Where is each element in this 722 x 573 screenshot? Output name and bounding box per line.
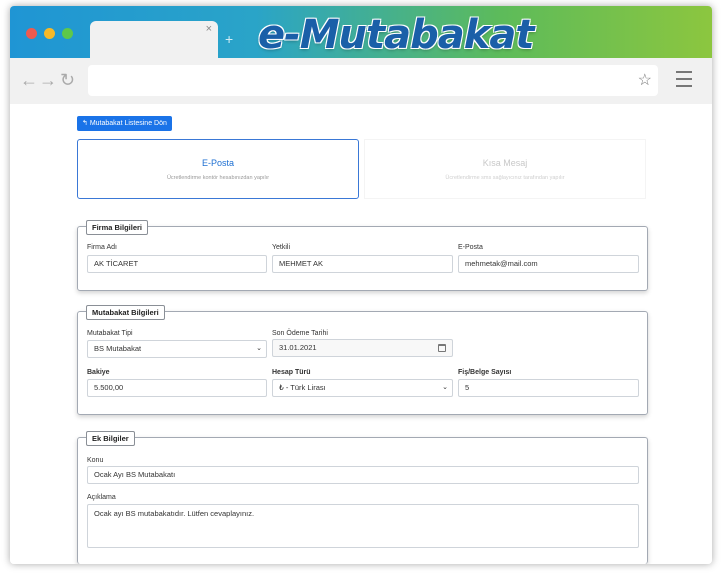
- firma-adi-input[interactable]: AK TİCARET: [87, 255, 267, 273]
- brand-logo: e-Mutabakat: [258, 12, 534, 58]
- firma-fieldset: Firma Bilgileri Firma Adı AK TİCARET Yet…: [77, 220, 648, 291]
- chevron-down-icon: ⌄: [256, 345, 262, 352]
- yetkili-input[interactable]: MEHMET AK: [272, 255, 453, 273]
- son-odeme-date-input[interactable]: 31.01.2021: [272, 339, 453, 357]
- mutabakat-tipi-label: Mutabakat Tipi: [87, 330, 133, 337]
- back-icon: ↰: [82, 120, 88, 127]
- konu-input[interactable]: Ocak Ayı BS Mutabakatı: [87, 466, 639, 484]
- reload-icon[interactable]: ↻: [60, 70, 75, 91]
- bakiye-input[interactable]: 5.500,00: [87, 379, 267, 397]
- aciklama-textarea[interactable]: Ocak ayı BS mutabakatıdır. Lütfen cevapl…: [87, 504, 639, 548]
- channel-email-subtitle: Ücretlendirme kontör hesabınızdan yapılı…: [166, 175, 270, 181]
- fis-belge-input[interactable]: 5: [458, 379, 639, 397]
- browser-window: × + e-Mutabakat ← → ↻ ☆ ↰ Mutabakat List…: [10, 6, 712, 564]
- chevron-down-icon: ⌄: [442, 384, 448, 391]
- firma-legend: Firma Bilgileri: [86, 220, 149, 235]
- channel-email-title: E-Posta: [201, 158, 234, 168]
- son-odeme-value: 31.01.2021: [279, 343, 317, 352]
- aciklama-label: Açıklama: [87, 494, 116, 501]
- title-bar: × + e-Mutabakat: [10, 6, 712, 58]
- hamburger-menu-icon[interactable]: [676, 71, 692, 92]
- mutabakat-legend: Mutabakat Bilgileri: [86, 305, 165, 320]
- hesap-turu-value: ₺ - Türk Lirası: [279, 383, 326, 392]
- mutabakat-tipi-select[interactable]: BS Mutabakat ⌄: [87, 340, 267, 358]
- address-toolbar: ← → ↻ ☆: [10, 58, 712, 104]
- forward-arrow-icon[interactable]: →: [39, 70, 57, 91]
- new-tab-icon[interactable]: +: [225, 31, 233, 47]
- close-window-button[interactable]: [26, 28, 37, 39]
- bookmark-star-icon[interactable]: ☆: [638, 70, 652, 90]
- channel-sms-subtitle: Ücretlendirme sms sağlayıcınız tarafında…: [445, 175, 565, 181]
- channel-sms-title: Kısa Mesaj: [482, 158, 528, 168]
- hesap-turu-label: Hesap Türü: [272, 369, 311, 376]
- bakiye-label: Bakiye: [87, 369, 110, 376]
- ek-fieldset: Ek Bilgiler Konu Ocak Ayı BS Mutabakatı …: [77, 431, 648, 564]
- channel-sms-card[interactable]: Kısa Mesaj Ücretlendirme sms sağlayıcını…: [364, 139, 646, 199]
- minimize-window-button[interactable]: [44, 28, 55, 39]
- son-odeme-label: Son Ödeme Tarihi: [272, 330, 328, 337]
- ek-legend: Ek Bilgiler: [86, 431, 135, 446]
- eposta-input[interactable]: mehmetak@mail.com: [458, 255, 639, 273]
- tab-close-icon[interactable]: ×: [206, 23, 212, 35]
- hesap-turu-select[interactable]: ₺ - Türk Lirası ⌄: [272, 379, 453, 397]
- konu-label: Konu: [87, 457, 104, 464]
- mutabakat-tipi-value: BS Mutabakat: [94, 344, 142, 353]
- page-content: ↰ Mutabakat Listesine Dön E-Posta Ücretl…: [10, 104, 712, 564]
- back-arrow-icon[interactable]: ←: [20, 70, 38, 91]
- firma-adi-label: Firma Adı: [87, 244, 117, 251]
- maximize-window-button[interactable]: [62, 28, 73, 39]
- channel-email-card[interactable]: E-Posta Ücretlendirme kontör hesabınızda…: [77, 139, 359, 199]
- back-to-list-label: Mutabakat Listesine Dön: [89, 120, 167, 127]
- mutabakat-fieldset: Mutabakat Bilgileri Mutabakat Tipi BS Mu…: [77, 305, 648, 415]
- yetkili-label: Yetkili: [272, 244, 291, 251]
- calendar-icon[interactable]: [438, 344, 446, 352]
- url-input[interactable]: ☆: [88, 65, 658, 96]
- browser-tab[interactable]: ×: [90, 21, 218, 58]
- fis-belge-label: Fiş/Belge Sayısı: [458, 369, 512, 376]
- back-to-list-button[interactable]: ↰ Mutabakat Listesine Dön: [77, 116, 172, 131]
- eposta-label: E-Posta: [458, 244, 483, 251]
